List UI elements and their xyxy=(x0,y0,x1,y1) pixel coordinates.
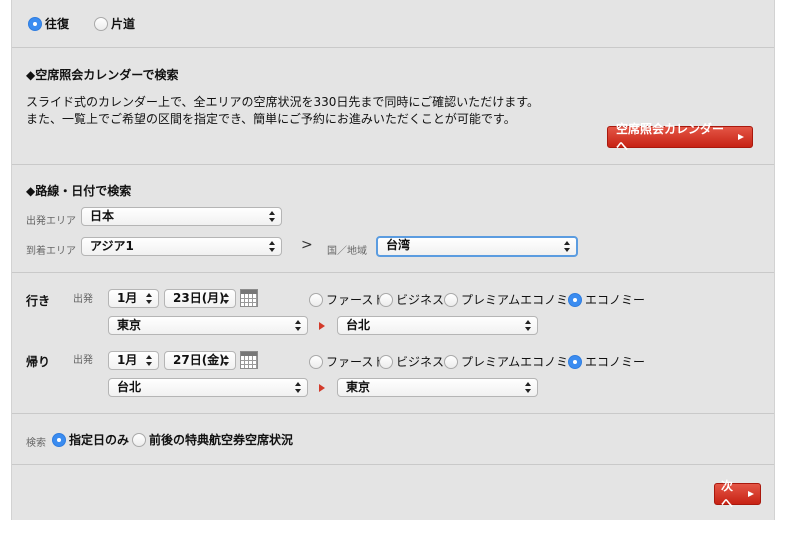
first-class-label: ファースト xyxy=(326,293,386,307)
outbound-to-value: 台北 xyxy=(346,318,371,332)
outbound-label: 行き xyxy=(26,294,51,308)
business-class-radio[interactable] xyxy=(379,292,393,307)
return-month-select[interactable]: 1月 xyxy=(108,351,159,370)
outbound-class-first[interactable]: ファースト xyxy=(309,291,385,308)
return-month-value: 1月 xyxy=(117,353,138,367)
arrival-area-label: 到着エリア xyxy=(26,246,76,257)
around-dates-label: 前後の特典航空券空席状況 xyxy=(149,433,294,447)
return-label: 帰り xyxy=(26,355,51,369)
around-dates-option[interactable]: 前後の特典航空券空席状況 xyxy=(132,431,293,448)
economy-label: エコノミー xyxy=(585,355,646,369)
specified-date-radio[interactable] xyxy=(52,432,66,447)
round-trip-option[interactable]: 往復 xyxy=(28,15,69,32)
premium-economy-radio[interactable] xyxy=(444,354,458,369)
search-form-panel: 往復 片道 ◆空席照会カレンダーで検索 スライド式のカレンダー上で、全エリアの空… xyxy=(11,0,775,520)
play-arrow-icon xyxy=(738,134,744,140)
route-search-title: ◆路線・日付で検索 xyxy=(26,184,132,198)
outbound-day-value: 23日(月) xyxy=(173,291,225,305)
select-arrows-icon xyxy=(295,319,302,332)
premium-economy-label: プレミアムエコノミー xyxy=(461,355,581,369)
departure-area-select[interactable]: 日本 xyxy=(81,207,282,226)
around-dates-radio[interactable] xyxy=(132,432,146,447)
one-way-option[interactable]: 片道 xyxy=(94,15,135,32)
outbound-class-business[interactable]: ビジネス xyxy=(379,291,444,308)
country-value: 台湾 xyxy=(386,238,411,252)
seat-calendar-button[interactable]: 空席照会カレンダーへ xyxy=(607,122,753,153)
arrival-area-value: アジア1 xyxy=(90,239,134,253)
select-arrows-icon xyxy=(564,240,571,253)
return-day-select[interactable]: 27日(金) xyxy=(164,351,236,370)
select-arrows-icon xyxy=(525,319,532,332)
route-arrow-icon xyxy=(319,322,325,330)
business-class-label: ビジネス xyxy=(396,293,445,307)
return-to-value: 東京 xyxy=(346,380,371,394)
return-class-business[interactable]: ビジネス xyxy=(379,353,444,370)
calendar-desc-line2: また、一覧上でご希望の区間を指定でき、簡単にご予約にお進みいただくことが可能です… xyxy=(26,112,516,126)
country-label: 国／地域 xyxy=(327,246,367,257)
select-arrows-icon xyxy=(295,381,302,394)
select-arrows-icon xyxy=(223,354,230,367)
route-arrow-icon xyxy=(319,384,325,392)
first-class-radio[interactable] xyxy=(309,354,323,369)
premium-economy-radio[interactable] xyxy=(444,292,458,307)
outbound-month-value: 1月 xyxy=(117,291,138,305)
divider xyxy=(12,272,774,273)
arrival-area-select[interactable]: アジア1 xyxy=(81,237,282,256)
next-button[interactable]: 次へ xyxy=(714,479,761,510)
divider xyxy=(12,164,774,165)
select-arrows-icon xyxy=(146,354,153,367)
separator-gt: > xyxy=(301,237,313,253)
select-arrows-icon xyxy=(146,292,153,305)
one-way-label: 片道 xyxy=(111,17,136,31)
specified-date-option[interactable]: 指定日のみ xyxy=(52,431,129,448)
economy-radio[interactable] xyxy=(568,292,582,307)
round-trip-label: 往復 xyxy=(45,17,70,31)
divider xyxy=(12,47,774,48)
seat-calendar-button-label: 空席照会カレンダーへ xyxy=(616,122,725,153)
return-class-economy[interactable]: エコノミー xyxy=(568,353,645,370)
select-arrows-icon xyxy=(525,381,532,394)
calendar-icon[interactable] xyxy=(240,289,258,307)
outbound-from-value: 東京 xyxy=(117,318,142,332)
country-select[interactable]: 台湾 xyxy=(376,236,578,257)
divider xyxy=(12,464,774,465)
select-arrows-icon xyxy=(223,292,230,305)
departure-area-label: 出発エリア xyxy=(26,216,76,227)
departure-area-value: 日本 xyxy=(90,209,115,223)
play-arrow-icon xyxy=(748,491,754,497)
outbound-class-economy[interactable]: エコノミー xyxy=(568,291,645,308)
return-from-value: 台北 xyxy=(117,380,142,394)
select-arrows-icon xyxy=(269,240,276,253)
next-button-label: 次へ xyxy=(721,479,734,510)
first-class-radio[interactable] xyxy=(309,292,323,307)
premium-economy-label: プレミアムエコノミー xyxy=(461,293,581,307)
first-class-label: ファースト xyxy=(326,355,386,369)
calendar-icon[interactable] xyxy=(240,351,258,369)
economy-label: エコノミー xyxy=(585,293,646,307)
outbound-to-select[interactable]: 台北 xyxy=(337,316,538,335)
return-day-value: 27日(金) xyxy=(173,353,225,367)
return-class-first[interactable]: ファースト xyxy=(309,353,385,370)
business-class-radio[interactable] xyxy=(379,354,393,369)
outbound-depart-label: 出発 xyxy=(73,294,93,305)
outbound-from-select[interactable]: 東京 xyxy=(108,316,308,335)
calendar-search-title: ◆空席照会カレンダーで検索 xyxy=(26,68,179,82)
calendar-desc-line1: スライド式のカレンダー上で、全エリアの空席状況を330日先まで同時にご確認いただ… xyxy=(26,95,539,109)
economy-radio[interactable] xyxy=(568,354,582,369)
search-scope-label: 検索 xyxy=(26,438,46,449)
return-class-premium[interactable]: プレミアムエコノミー xyxy=(444,353,580,370)
outbound-day-select[interactable]: 23日(月) xyxy=(164,289,236,308)
one-way-radio[interactable] xyxy=(94,16,108,31)
outbound-class-premium[interactable]: プレミアムエコノミー xyxy=(444,291,580,308)
specified-date-label: 指定日のみ xyxy=(69,433,130,447)
round-trip-radio[interactable] xyxy=(28,16,42,31)
business-class-label: ビジネス xyxy=(396,355,445,369)
return-depart-label: 出発 xyxy=(73,355,93,366)
outbound-month-select[interactable]: 1月 xyxy=(108,289,159,308)
divider xyxy=(12,413,774,414)
return-from-select[interactable]: 台北 xyxy=(108,378,308,397)
select-arrows-icon xyxy=(269,210,276,223)
return-to-select[interactable]: 東京 xyxy=(337,378,538,397)
